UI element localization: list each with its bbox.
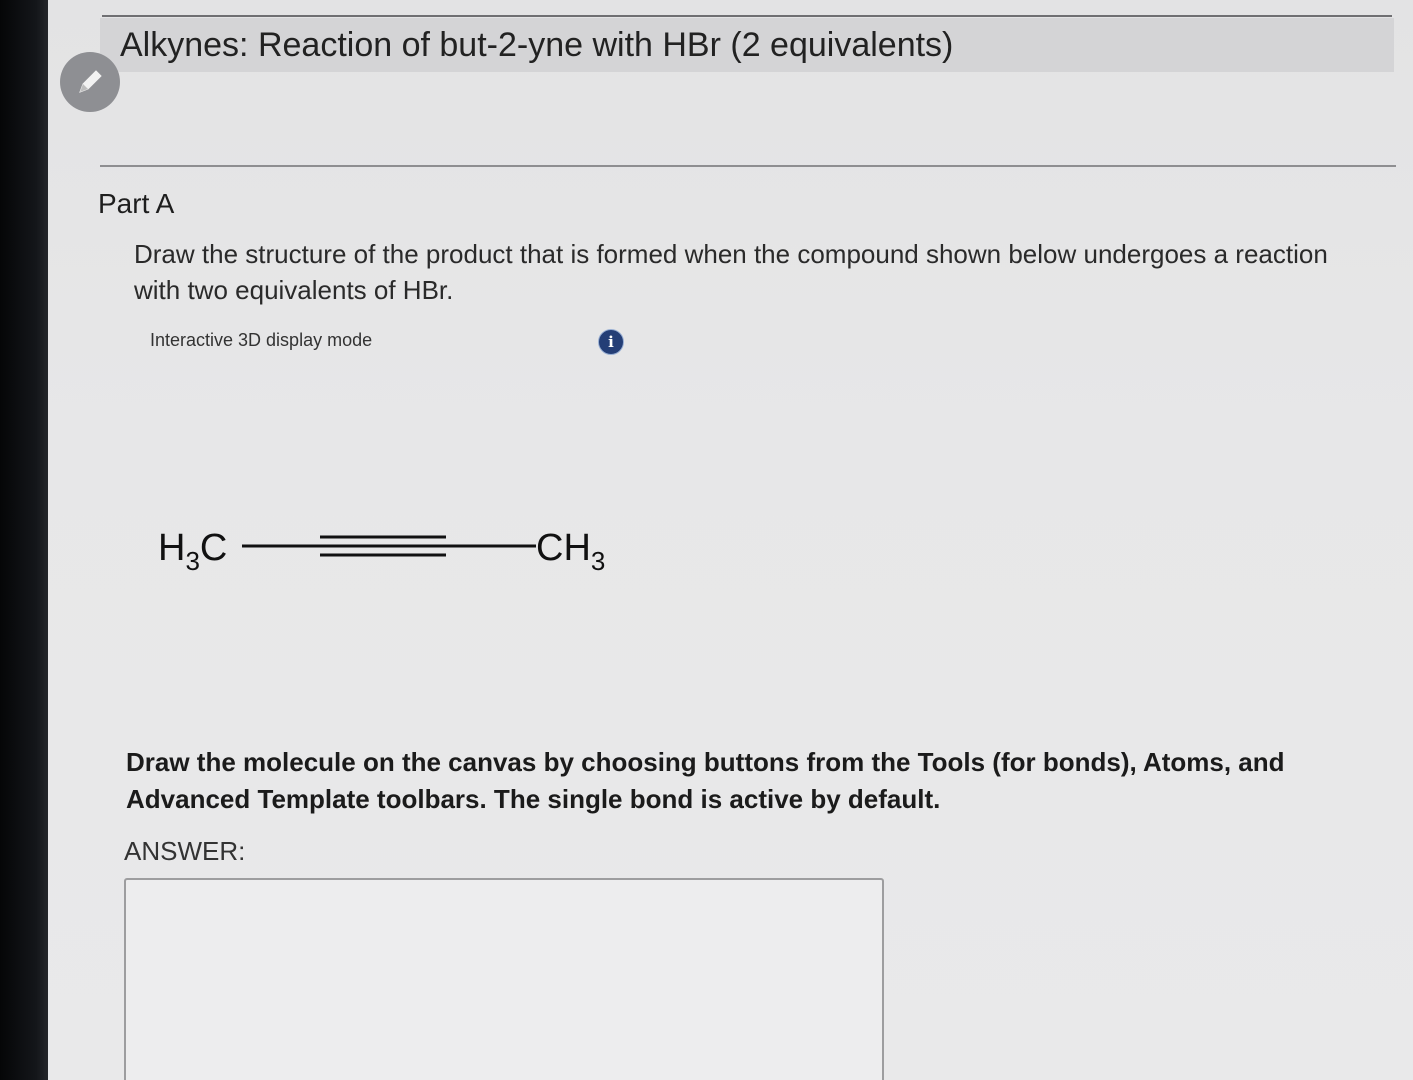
assignment-page: Alkynes: Reaction of but-2-yne with HBr … bbox=[48, 0, 1413, 1080]
top-divider bbox=[102, 15, 1392, 17]
display-mode-toggle[interactable]: Interactive 3D display mode bbox=[150, 330, 372, 351]
drawing-instructions: Draw the molecule on the canvas by choos… bbox=[126, 747, 1285, 814]
part-label: Part A bbox=[98, 188, 175, 219]
answer-label: ANSWER: bbox=[124, 836, 246, 866]
edit-pencil-button[interactable] bbox=[60, 52, 120, 112]
triple-bond bbox=[320, 535, 446, 557]
left-methyl-label: H3C bbox=[158, 527, 227, 576]
screen: Alkynes: Reaction of but-2-yne with HBr … bbox=[0, 0, 1413, 1080]
molecule-structure: H3C CH3 bbox=[158, 527, 605, 576]
right-methyl-label: CH3 bbox=[536, 527, 605, 576]
page-title: Alkynes: Reaction of but-2-yne with HBr … bbox=[120, 26, 954, 64]
answer-drawing-canvas[interactable] bbox=[124, 878, 884, 1080]
info-icon[interactable]: i bbox=[598, 329, 624, 355]
pencil-icon bbox=[79, 70, 102, 93]
question-text: Draw the structure of the product that i… bbox=[134, 239, 1328, 305]
section-divider bbox=[100, 165, 1396, 167]
screen-bezel bbox=[0, 0, 52, 1080]
